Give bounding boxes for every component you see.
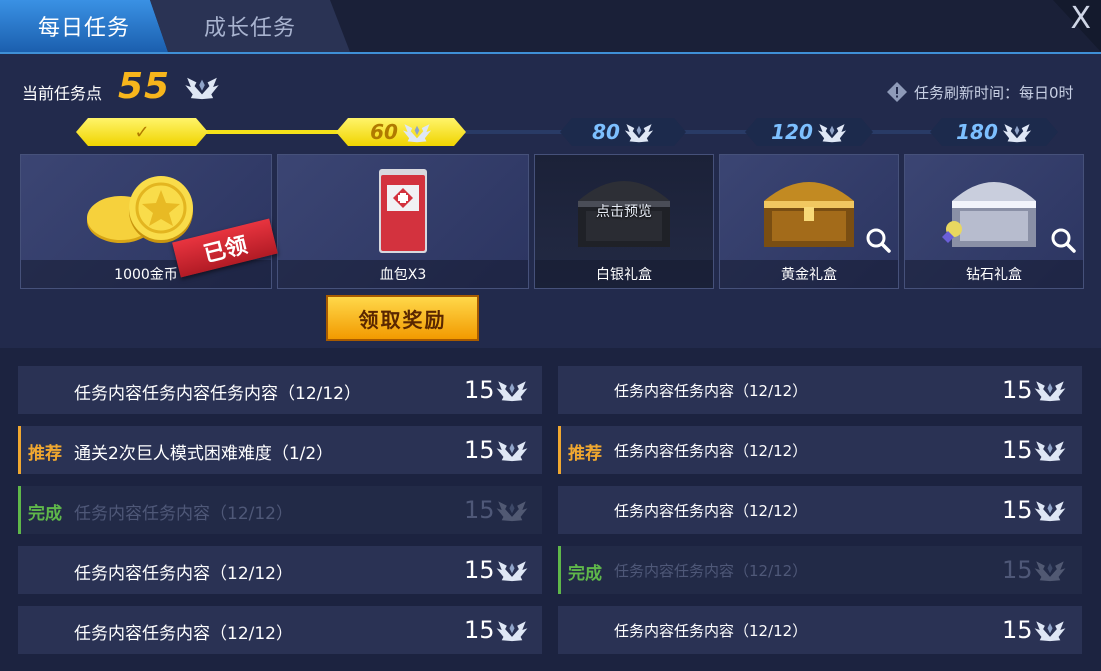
blood-pack-icon <box>379 169 427 253</box>
claim-reward-button[interactable]: 领取奖励 <box>326 295 479 341</box>
check-icon: ✓ <box>134 121 150 143</box>
reward-card-blood-pack[interactable]: 血包X3 <box>277 154 529 289</box>
reward-card-silver-box[interactable]: 点击预览 白银礼盒 <box>534 154 714 289</box>
tab-growth-tasks-label: 成长任务 <box>203 16 296 41</box>
wing-badge-icon <box>1034 498 1066 522</box>
task-points-label: 当前任务点 <box>22 84 103 103</box>
task-points: 15 <box>1002 376 1033 404</box>
task-tag-done: 完成 <box>28 504 62 524</box>
task-tag-recommended: 推荐 <box>28 444 62 464</box>
task-text: 任务内容任务内容（12/12） <box>74 564 293 584</box>
milestone-node-60: 60 <box>336 118 466 146</box>
task-text: 任务内容任务内容（12/12） <box>614 382 808 400</box>
wing-badge-icon <box>496 618 528 642</box>
milestone-value: 80 <box>592 120 620 144</box>
wing-badge-icon <box>402 121 432 143</box>
wing-badge-icon <box>1034 378 1066 402</box>
zoom-icon[interactable] <box>1049 226 1077 254</box>
gold-chest-icon <box>764 182 854 247</box>
reward-name: 黄金礼盒 <box>720 260 898 288</box>
milestone-node-180: 180 <box>930 118 1058 146</box>
milestone-node-claimed: ✓ <box>76 118 208 146</box>
task-text: 任务内容任务内容（12/12） <box>74 504 293 524</box>
milestone-value: 60 <box>370 120 398 144</box>
task-points: 15 <box>1002 496 1033 524</box>
task-points: 15 <box>464 556 495 584</box>
task-tag-recommended: 推荐 <box>568 444 602 464</box>
tab-daily-tasks[interactable]: 每日任务 <box>0 0 168 52</box>
reward-card-diamond-box[interactable]: 钻石礼盒 <box>904 154 1084 289</box>
milestone-node-80: 80 <box>560 118 686 146</box>
wing-badge-icon <box>624 121 654 143</box>
preview-overlay-text[interactable]: 点击预览 <box>535 201 713 221</box>
wing-badge-icon <box>817 121 847 143</box>
wing-badge-icon <box>496 438 528 462</box>
task-text: 任务内容任务内容（12/12） <box>74 624 293 644</box>
task-accent-bar <box>18 486 21 534</box>
wing-badge-icon <box>496 378 528 402</box>
task-points: 15 <box>464 376 495 404</box>
task-points: 15 <box>464 616 495 644</box>
card-art <box>278 161 528 261</box>
task-tag-done: 完成 <box>568 564 602 584</box>
task-text: 通关2次巨人模式困难难度（1/2） <box>74 444 334 464</box>
tab-growth-tasks[interactable]: 成长任务 <box>150 0 350 52</box>
reward-name: 白银礼盒 <box>535 260 713 288</box>
task-points-value: 55 <box>118 66 171 107</box>
task-row-recommended: 推荐 任务内容任务内容（12/12） 15 <box>558 426 1082 474</box>
zoom-icon[interactable] <box>864 226 892 254</box>
task-points: 15 <box>1002 556 1033 584</box>
task-points: 15 <box>464 436 495 464</box>
milestone-value: 180 <box>956 120 998 144</box>
reward-name: 血包X3 <box>278 260 528 288</box>
task-points: 15 <box>1002 616 1033 644</box>
milestone-value: 120 <box>771 120 813 144</box>
task-text: 任务内容任务内容（12/12） <box>614 442 808 460</box>
task-row: 任务内容任务内容（12/12） 15 <box>18 606 542 654</box>
task-row: 任务内容任务内容任务内容（12/12） 15 <box>18 366 542 414</box>
task-text: 任务内容任务内容（12/12） <box>614 562 808 580</box>
task-row: 任务内容任务内容（12/12） 15 <box>558 606 1082 654</box>
close-icon[interactable]: X <box>1070 4 1091 34</box>
task-points: 15 <box>464 496 495 524</box>
task-accent-bar <box>558 426 561 474</box>
wing-badge-icon <box>1034 438 1066 462</box>
diamond-chest-icon <box>942 182 1036 247</box>
wing-badge-icon <box>496 558 528 582</box>
reward-card-gold-coins[interactable]: 1000金币 <box>20 154 272 289</box>
task-row-done: 完成 任务内容任务内容（12/12） 15 <box>18 486 542 534</box>
task-points: 15 <box>1002 436 1033 464</box>
task-row: 任务内容任务内容（12/12） 15 <box>558 486 1082 534</box>
tab-daily-tasks-label: 每日任务 <box>37 16 130 41</box>
task-accent-bar <box>18 426 21 474</box>
wing-badge-icon <box>1034 618 1066 642</box>
milestone-node-120: 120 <box>745 118 873 146</box>
refresh-time-text: 任务刷新时间：每日0时 <box>914 84 1074 102</box>
wing-badge-icon <box>1002 121 1032 143</box>
task-row-done: 完成 任务内容任务内容（12/12） 15 <box>558 546 1082 594</box>
info-diamond-icon <box>887 82 907 102</box>
task-row: 任务内容任务内容（12/12） 15 <box>18 546 542 594</box>
reward-card-gold-box[interactable]: 黄金礼盒 <box>719 154 899 289</box>
task-text: 任务内容任务内容（12/12） <box>614 622 808 640</box>
reward-name: 钻石礼盒 <box>905 260 1083 288</box>
task-text: 任务内容任务内容任务内容（12/12） <box>74 384 361 404</box>
wing-badge-icon <box>1034 558 1066 582</box>
task-accent-bar <box>558 546 561 594</box>
wing-badge-icon <box>185 74 219 100</box>
task-row: 任务内容任务内容（12/12） 15 <box>558 366 1082 414</box>
wing-badge-icon <box>496 498 528 522</box>
task-row-recommended: 推荐 通关2次巨人模式困难难度（1/2） 15 <box>18 426 542 474</box>
task-text: 任务内容任务内容（12/12） <box>614 502 808 520</box>
